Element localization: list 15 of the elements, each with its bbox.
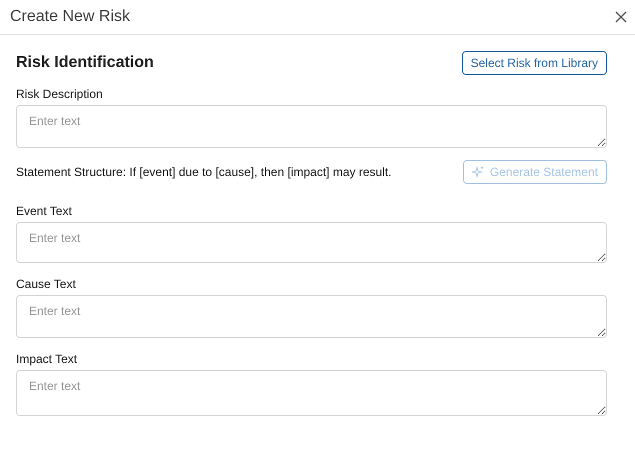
text-area[interactable]: Enter text (16, 105, 607, 148)
field-label: Impact Text (16, 352, 78, 366)
text-area[interactable]: Enter text (16, 222, 607, 263)
field-label: Cause Text (16, 277, 77, 291)
statement-structure-text: Statement Structure: If [event] due to [cause], then [impact] may result. (16, 165, 392, 179)
select-from-library-button[interactable]: Select Risk from Library (462, 51, 607, 75)
dialog-title: Create New Risk (10, 8, 130, 26)
close-icon (615, 11, 627, 23)
section-title: Risk Identification (16, 54, 154, 72)
sparkle-icon (472, 166, 484, 178)
close-button[interactable] (613, 9, 629, 25)
field-label: Event Text (16, 204, 73, 218)
field-label: Risk Description (16, 87, 104, 101)
text-area[interactable]: Enter text (16, 370, 607, 416)
text-area[interactable]: Enter text (16, 295, 607, 338)
